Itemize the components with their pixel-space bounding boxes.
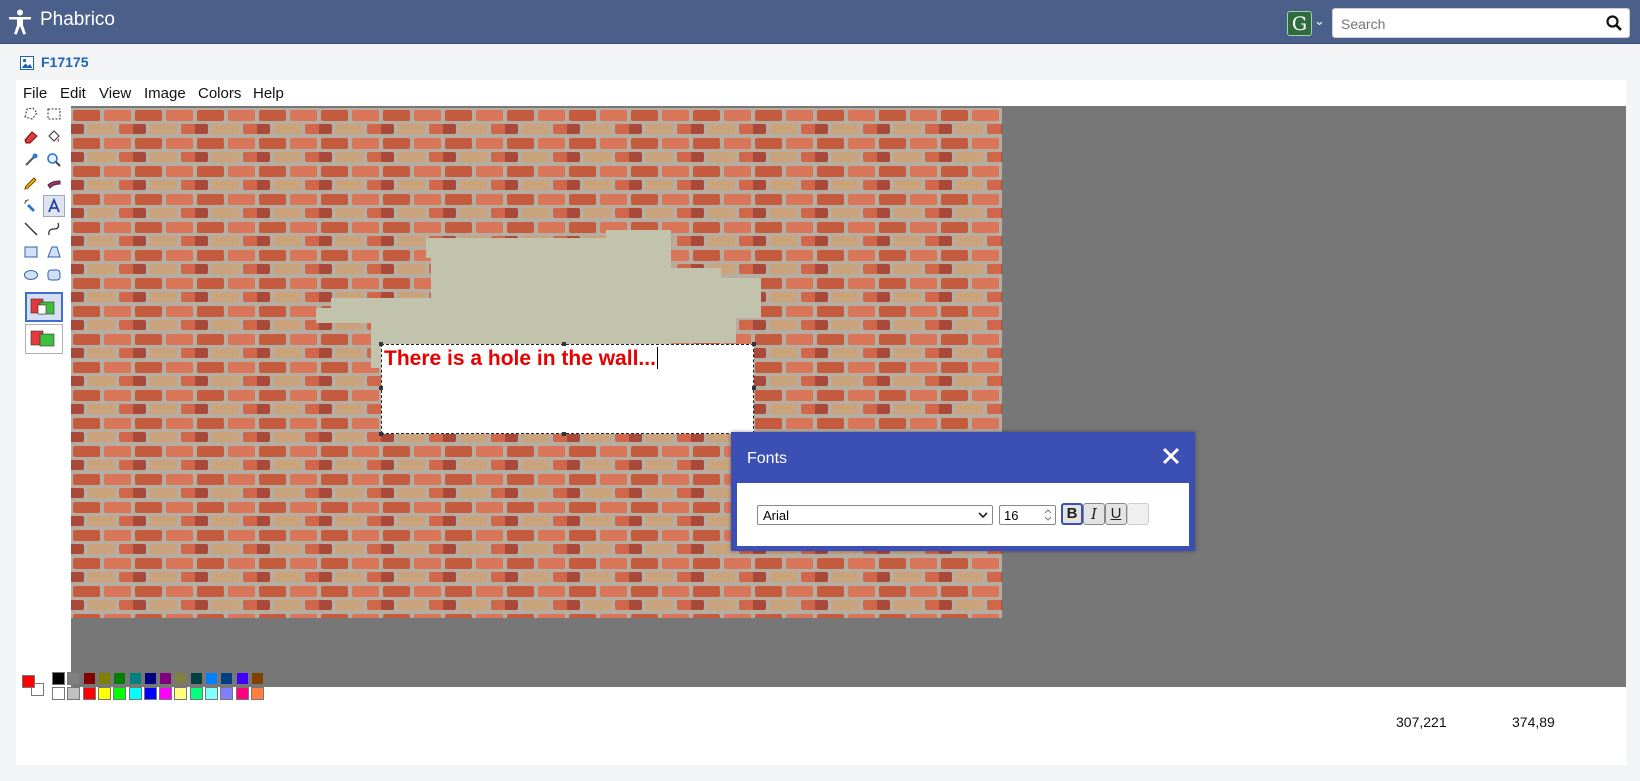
fonts-dialog: Fonts Arial 16 B I U [731,432,1195,551]
accessibility-logo-icon[interactable] [8,9,32,35]
color-swatch[interactable] [82,687,96,700]
chevron-down-icon[interactable]: ⌄ [1314,13,1325,29]
color-swatch[interactable] [220,687,234,700]
color-palette [20,672,280,712]
canvas-area[interactable]: There is a hole in the wall... [71,106,1626,687]
primary-color-swatch[interactable] [22,675,35,688]
polygon-icon[interactable] [43,241,65,263]
menu-edit[interactable]: Edit [60,85,86,102]
top-bar: Phabrico G ⌄ [0,0,1640,44]
opaque-selection-option[interactable] [25,292,63,322]
transparent-selection-option[interactable] [25,324,63,354]
menu-help[interactable]: Help [253,85,284,102]
app-title[interactable]: Phabrico [40,9,115,31]
italic-button[interactable]: I [1083,503,1105,525]
bold-button[interactable]: B [1061,503,1083,525]
color-swatch[interactable] [250,687,264,700]
resize-handle[interactable] [752,342,756,346]
color-swatch[interactable] [67,687,81,700]
chevron-down-icon [978,512,988,519]
color-swatch[interactable] [189,672,203,685]
curve-icon[interactable] [43,218,65,240]
color-swatch[interactable] [220,672,234,685]
search-icon[interactable] [1606,15,1622,31]
current-colors[interactable] [20,672,46,700]
color-swatch[interactable] [174,672,188,685]
color-swatch[interactable] [174,687,188,700]
text-icon[interactable] [43,195,65,217]
airbrush-icon[interactable] [20,195,42,217]
color-picker-icon[interactable] [20,149,42,171]
vertical-text-button[interactable] [1127,503,1149,525]
ellipse-icon[interactable] [20,264,42,286]
color-swatch[interactable] [143,687,157,700]
color-swatch[interactable] [82,672,96,685]
menu-view[interactable]: View [99,85,131,102]
resize-handle[interactable] [562,432,566,436]
color-swatch[interactable] [67,672,81,685]
color-swatch[interactable] [159,687,173,700]
color-swatch[interactable] [159,672,173,685]
color-swatch[interactable] [250,672,264,685]
resize-handle[interactable] [379,386,383,390]
selection-size: 374,89 [1512,714,1555,730]
rect-select-icon[interactable] [43,103,65,125]
color-swatch[interactable] [189,687,203,700]
user-avatar[interactable]: G [1287,11,1312,36]
color-swatch[interactable] [205,687,218,700]
paint-editor: File Edit View Image Colors Help There i… [16,80,1626,765]
resize-handle[interactable] [379,432,383,436]
close-icon[interactable] [1161,446,1181,466]
font-size-stepper[interactable]: 16 [999,505,1056,525]
cursor-position: 307,221 [1396,714,1447,730]
color-swatch[interactable] [128,687,142,700]
resize-handle[interactable] [379,342,383,346]
resize-handle[interactable] [752,386,756,390]
color-swatch[interactable] [97,687,111,700]
color-swatch[interactable] [235,687,249,700]
color-swatch[interactable] [113,687,127,700]
color-swatch[interactable] [113,672,127,685]
color-swatch[interactable] [205,672,218,685]
color-swatch[interactable] [128,672,142,685]
fonts-dialog-title: Fonts [747,450,788,467]
font-family-value: Arial [763,508,790,523]
spin-arrows-icon[interactable] [1043,508,1053,522]
fonts-dialog-body: Arial 16 B I U [737,483,1189,546]
magnifier-icon[interactable] [43,149,65,171]
text-caret [656,347,658,369]
brush-icon[interactable] [43,172,65,194]
line-icon[interactable] [20,218,42,240]
search-box [1332,8,1630,38]
color-swatch[interactable] [52,672,65,685]
rectangle-icon[interactable] [20,241,42,263]
pencil-icon[interactable] [20,172,42,194]
file-link[interactable]: F17175 [41,54,88,70]
toolbox [16,107,71,688]
menu-image[interactable]: Image [144,85,186,102]
rounded-rect-icon[interactable] [43,264,65,286]
color-swatch[interactable] [97,672,111,685]
menu-file[interactable]: File [23,85,47,102]
menu-colors[interactable]: Colors [198,85,241,102]
underline-button[interactable]: U [1105,503,1127,525]
canvas-text[interactable]: There is a hole in the wall... [384,347,656,370]
search-input[interactable] [1339,15,1593,33]
color-swatch[interactable] [52,687,65,700]
color-swatch[interactable] [235,672,249,685]
text-input-box[interactable]: There is a hole in the wall... [379,342,756,436]
font-family-select[interactable]: Arial [757,505,993,525]
eraser-icon[interactable] [20,126,42,148]
resize-handle[interactable] [562,342,566,346]
free-select-icon[interactable] [20,103,42,125]
image-file-icon [20,56,34,70]
font-size-value: 16 [1004,508,1019,523]
fill-bucket-icon[interactable] [43,126,65,148]
color-swatch[interactable] [143,672,157,685]
